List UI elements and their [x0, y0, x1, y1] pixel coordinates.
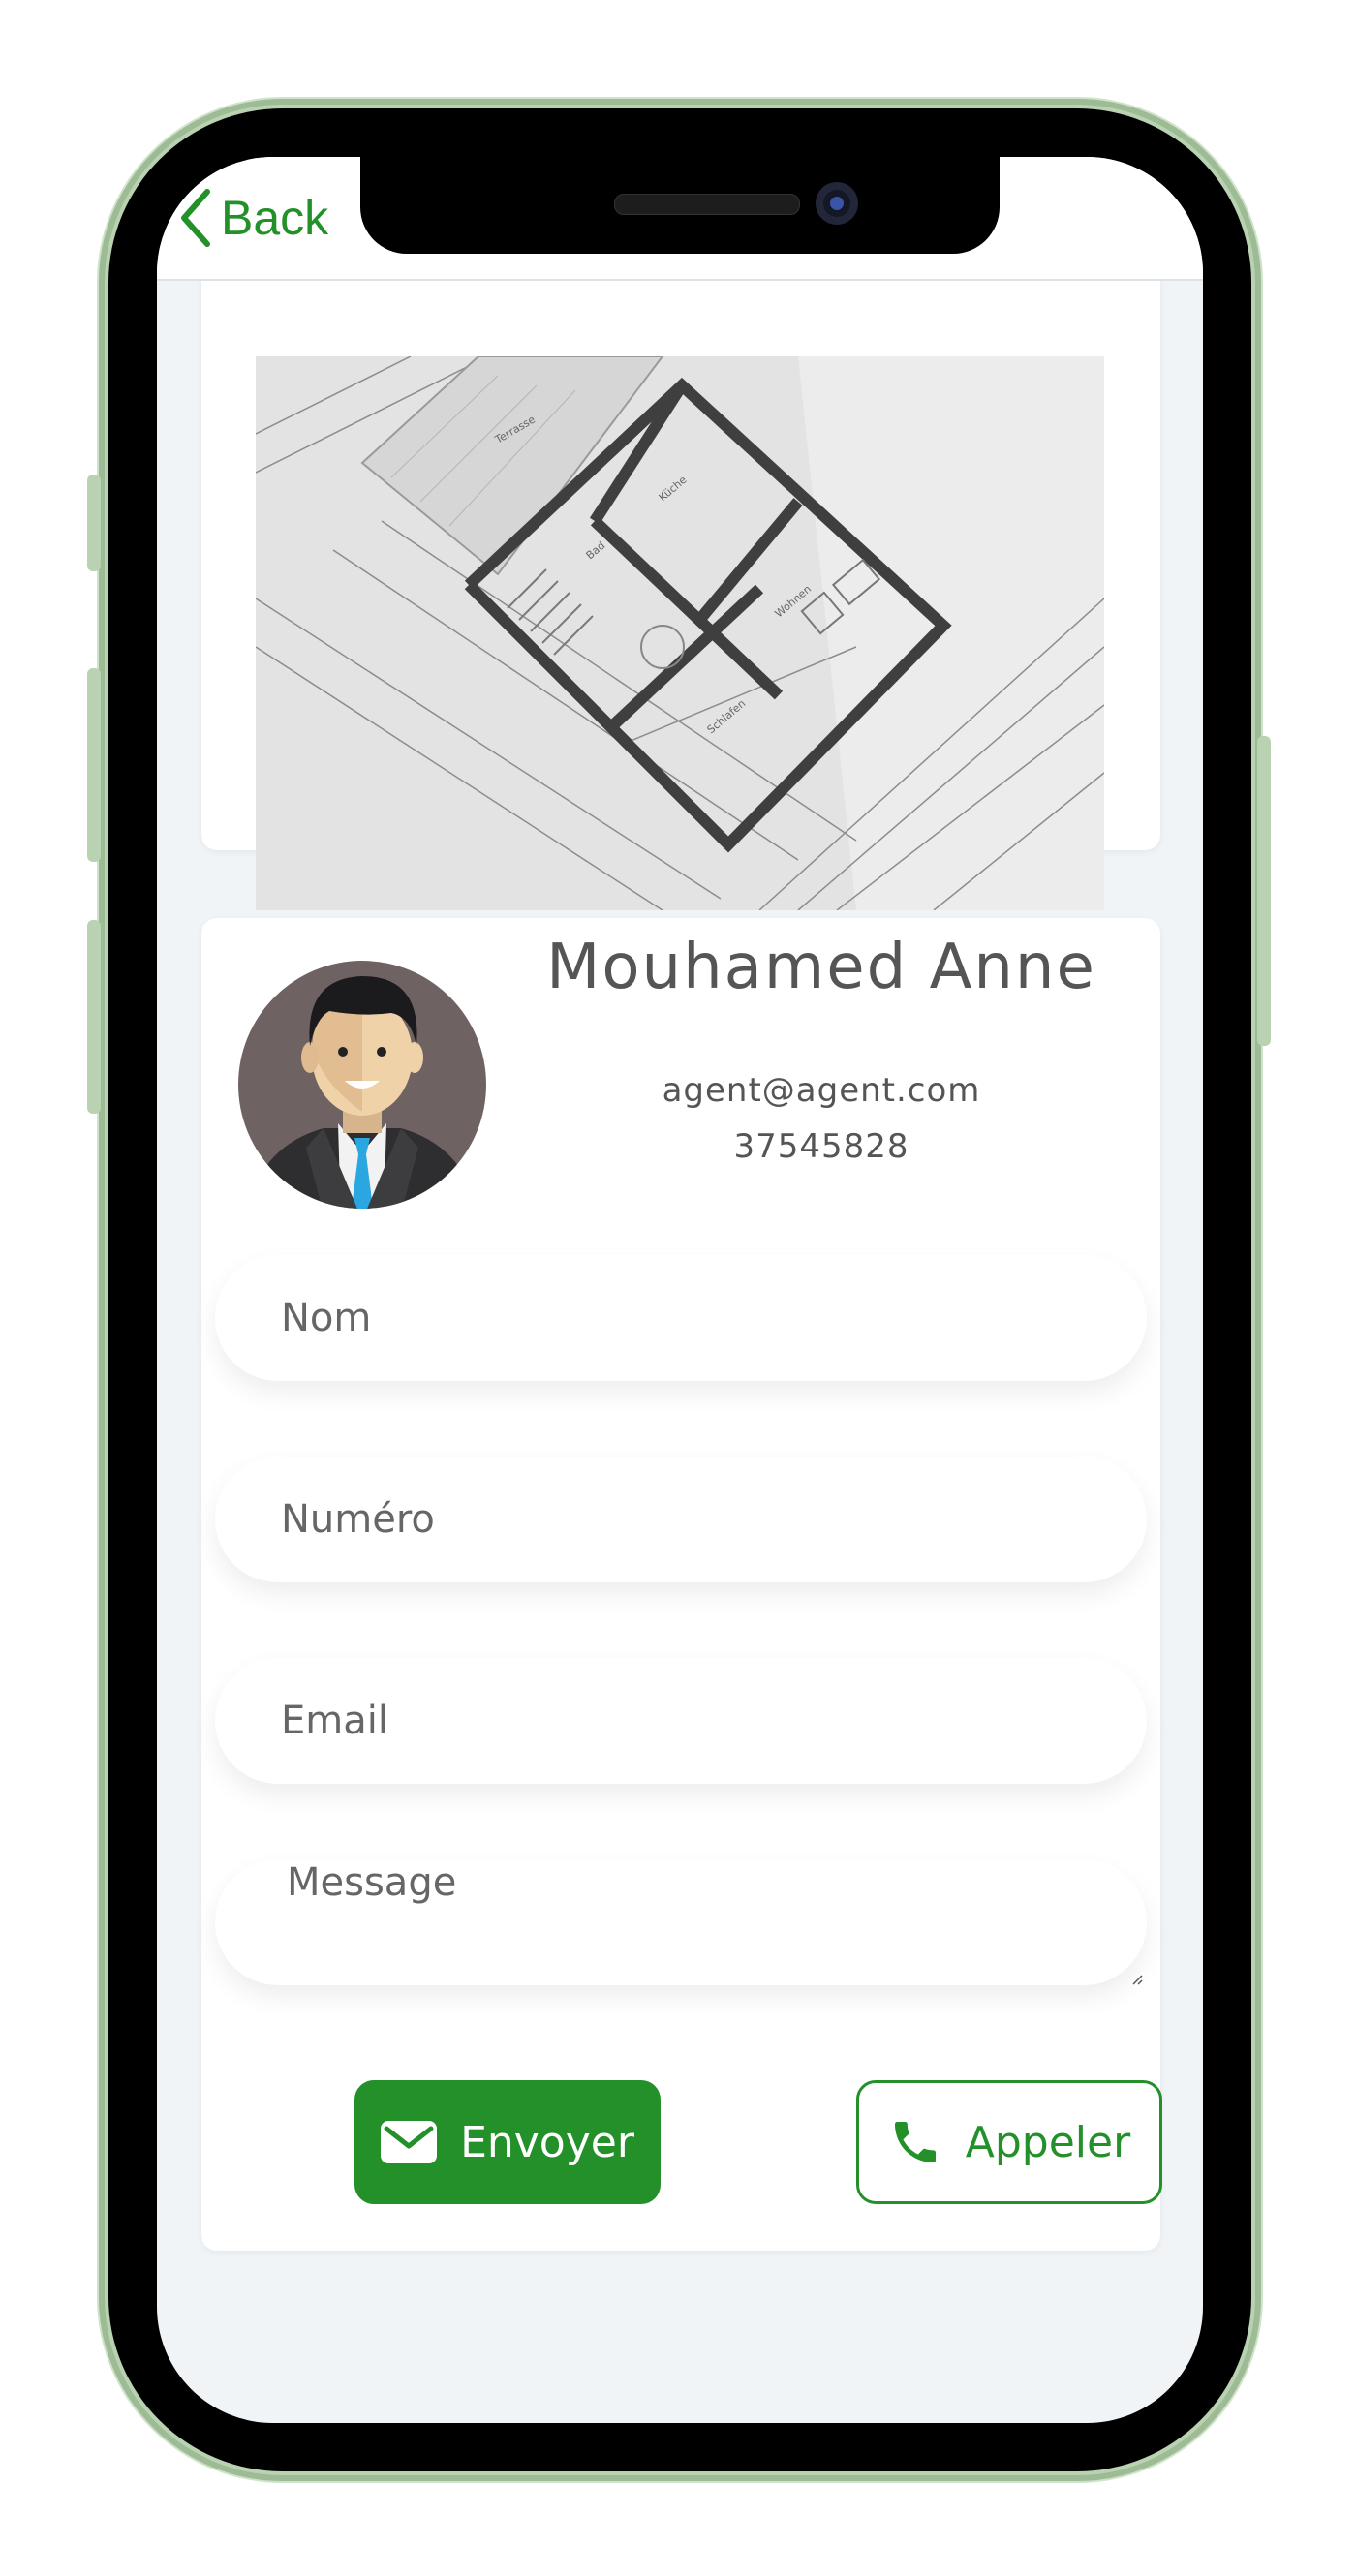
call-button[interactable]: Appeler	[856, 2080, 1162, 2204]
call-button-label: Appeler	[965, 2117, 1131, 2167]
chevron-left-icon	[181, 189, 210, 247]
phone-icon	[894, 2122, 936, 2162]
agent-name: Mouhamed Anne	[546, 932, 1096, 1003]
speaker-grille	[614, 194, 800, 215]
back-button-label: Back	[221, 191, 329, 245]
agent-email: agent@agent.com	[662, 1071, 981, 1110]
device-notch	[360, 157, 1000, 254]
side-button-volume-down	[87, 920, 101, 1114]
agent-avatar	[236, 939, 488, 1211]
message-textarea[interactable]	[215, 1859, 1147, 1985]
numero-input[interactable]	[215, 1457, 1147, 1582]
top-navigation-bar: Back	[157, 157, 1203, 281]
back-button[interactable]: Back	[178, 184, 328, 252]
resize-grip-icon[interactable]	[1131, 1974, 1143, 1985]
side-button-power	[1257, 736, 1271, 1046]
side-button-mute	[87, 475, 101, 571]
agent-phone: 37545828	[733, 1127, 909, 1166]
floor-plan-image: Terrasse Küche Bad Wohnen Schlafen	[256, 356, 1104, 910]
front-camera	[816, 182, 858, 225]
send-button-label: Envoyer	[460, 2117, 634, 2167]
property-image-card: Terrasse Küche Bad Wohnen Schlafen	[201, 234, 1160, 910]
mail-icon	[381, 2121, 438, 2163]
agent-contact-card: Mouhamed Anne agent@agent.com 37545828 E…	[201, 918, 1162, 2251]
app-screen: Terrasse Küche Bad Wohnen Schlafen Mouha…	[157, 157, 1203, 2423]
email-input[interactable]	[215, 1658, 1147, 1784]
side-button-volume-up	[87, 668, 101, 862]
send-button[interactable]: Envoyer	[354, 2080, 661, 2204]
nom-input[interactable]	[215, 1255, 1147, 1381]
